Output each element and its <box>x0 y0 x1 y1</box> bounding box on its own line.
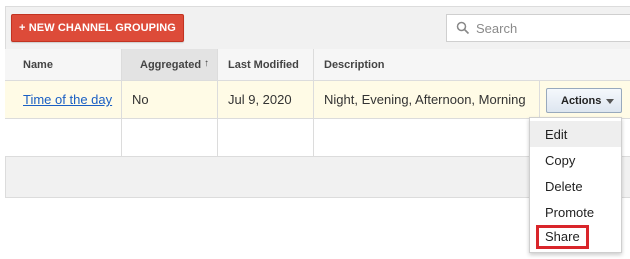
menu-item-share-label: Share <box>536 225 589 249</box>
cell-empty <box>122 119 218 156</box>
column-header-last-modified[interactable]: Last Modified <box>218 49 314 80</box>
cell-aggregated: No <box>122 81 218 118</box>
column-header-name[interactable]: Name <box>5 49 122 80</box>
column-header-aggregated[interactable]: Aggregated ↑ <box>122 49 218 80</box>
menu-item-delete[interactable]: Delete <box>530 173 621 199</box>
actions-dropdown-button[interactable]: Actions <box>546 88 622 113</box>
column-header-label: Description <box>324 58 385 71</box>
cell-empty <box>218 119 314 156</box>
search-input[interactable] <box>476 20 616 36</box>
column-header-label: Name <box>23 58 53 71</box>
chevron-down-icon <box>606 99 614 104</box>
actions-button-label: Actions <box>561 94 602 107</box>
channel-grouping-link[interactable]: Time of the day <box>23 92 112 107</box>
new-channel-grouping-button[interactable]: + NEW CHANNEL GROUPING <box>11 14 184 42</box>
cell-description: Night, Evening, Afternoon, Morning <box>314 81 540 118</box>
menu-item-copy[interactable]: Copy <box>530 147 621 173</box>
cell-last-modified: Jul 9, 2020 <box>218 81 314 118</box>
search-box[interactable] <box>446 14 630 42</box>
menu-item-promote[interactable]: Promote <box>530 199 621 225</box>
column-header-label: Last Modified <box>228 58 299 71</box>
sort-ascending-icon: ↑ <box>204 58 209 69</box>
table-row: Time of the day No Jul 9, 2020 Night, Ev… <box>5 81 630 119</box>
cell-empty <box>5 119 122 156</box>
actions-menu: Edit Copy Delete Promote Share <box>529 117 622 253</box>
table-header-row: Name Aggregated ↑ Last Modified Descript… <box>5 49 630 81</box>
column-header-description[interactable]: Description <box>314 49 630 80</box>
search-icon <box>456 21 470 35</box>
menu-item-share[interactable]: Share <box>530 224 621 250</box>
cell-empty <box>314 119 540 156</box>
menu-item-edit[interactable]: Edit <box>530 121 621 147</box>
cell-name: Time of the day <box>5 81 122 118</box>
column-header-label: Aggregated <box>140 58 202 71</box>
